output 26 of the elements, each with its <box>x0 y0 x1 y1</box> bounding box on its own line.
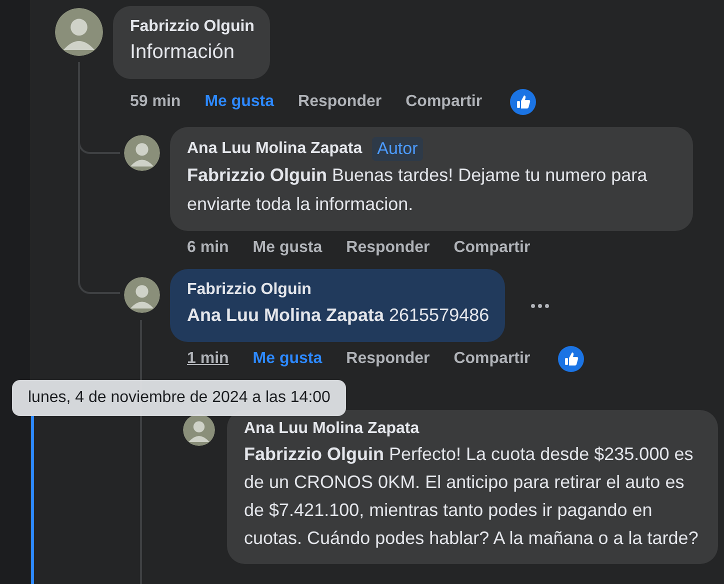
like-link[interactable]: Me gusta <box>252 239 322 257</box>
avatar[interactable] <box>55 8 103 56</box>
comment-text: Ana Luu Molina Zapata 2615579486 <box>187 304 490 327</box>
avatar[interactable] <box>124 135 160 171</box>
reply-link[interactable]: Responder <box>346 350 430 368</box>
timestamp-link[interactable]: 6 min <box>187 239 229 257</box>
share-link[interactable]: Compartir <box>454 239 530 257</box>
comment-text: Fabrizzio Olguin Buenas tardes! Dejame tu numero para enviarte toda la informacion. <box>187 164 648 216</box>
share-link[interactable]: Compartir <box>406 93 482 111</box>
author-name[interactable]: Fabrizzio Olguin <box>187 279 312 301</box>
author-badge: Autor <box>372 137 423 161</box>
comment-text: Fabrizzio Olguin Perfecto! La cuota desde $235.000 es de un CRONOS 0KM. El anticipo para retirar el auto es de $7.421.100, mientras tanto podes ir pagando en cuotas. Cuándo podes hablar? A la mañana o a la tarde? <box>244 443 700 550</box>
timestamp-link[interactable]: 1 min <box>187 350 229 368</box>
comment-text: Información <box>130 40 236 65</box>
avatar[interactable] <box>124 277 160 313</box>
date-tooltip: lunes, 4 de noviembre de 2024 a las 14:00 <box>12 380 346 416</box>
author-name[interactable]: Ana Luu Molina Zapata <box>244 418 420 440</box>
like-link[interactable]: Me gusta <box>204 93 274 111</box>
timestamp-link[interactable]: 59 min <box>130 93 181 111</box>
author-name[interactable]: Fabrizzio Olguin <box>130 16 254 38</box>
author-name[interactable]: Ana Luu Molina Zapata <box>187 138 362 160</box>
reply-link[interactable]: Responder <box>346 239 430 257</box>
reply-link[interactable]: Responder <box>298 93 382 111</box>
avatar[interactable] <box>183 414 215 446</box>
like-link[interactable]: Me gusta <box>252 350 322 368</box>
share-link[interactable]: Compartir <box>454 350 530 368</box>
